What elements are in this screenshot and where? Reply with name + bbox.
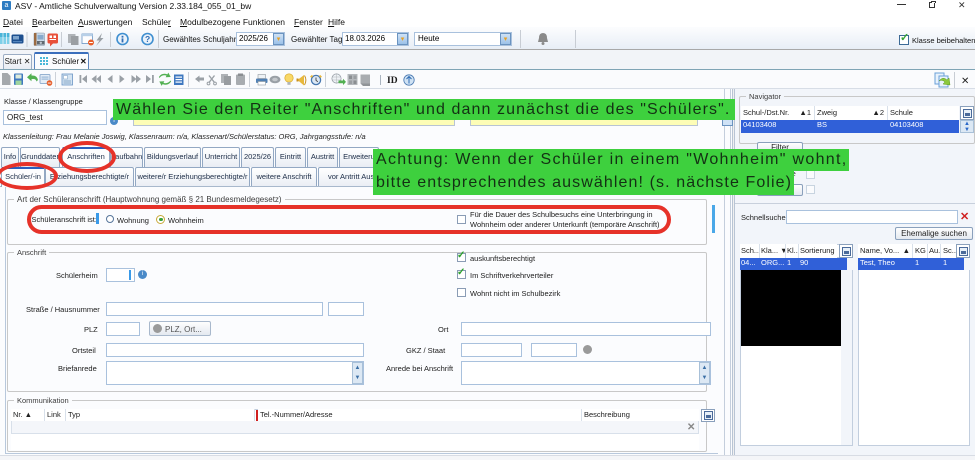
- svg-text:✕: ✕: [961, 76, 969, 87]
- svg-text:?: ?: [145, 34, 150, 44]
- svg-text:ID: ID: [387, 76, 398, 86]
